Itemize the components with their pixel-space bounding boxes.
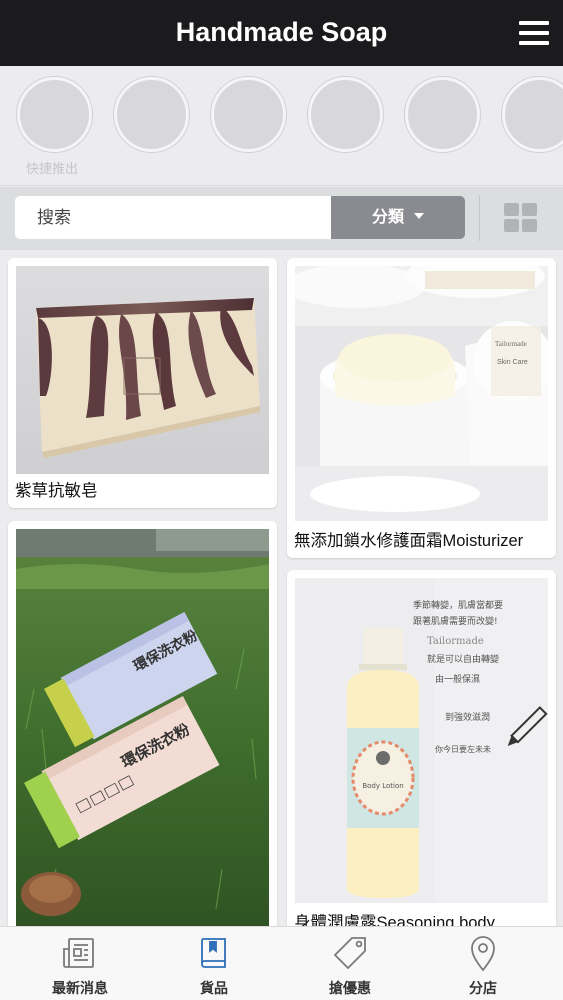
tab-deals[interactable]: 搶優惠: [280, 927, 420, 1000]
svg-text:Skin Care: Skin Care: [497, 359, 528, 366]
app-title: Handmade Soap: [175, 17, 388, 47]
divider: [479, 195, 480, 241]
product-card[interactable]: 紫草抗敏皂: [8, 258, 277, 508]
ad-text-line: 你今日要左未未: [435, 744, 491, 754]
search-bar: 分類: [0, 187, 563, 250]
tab-products[interactable]: 貨品: [144, 927, 284, 1000]
ad-text-line: 就是可以自由轉變: [427, 653, 499, 665]
caret-down-icon: [414, 212, 424, 219]
location-pin-icon: [463, 933, 503, 978]
book-icon: [194, 933, 234, 978]
tab-label: 搶優惠: [329, 980, 371, 996]
tab-stores[interactable]: 分店: [413, 927, 553, 1000]
app-header: Handmade Soap: [0, 0, 563, 66]
product-name: 紫草抗敏皂: [15, 482, 98, 500]
tab-label: 分店: [469, 980, 497, 996]
ad-text-line: 到強效滋潤: [445, 711, 490, 723]
tab-label: 貨品: [200, 980, 228, 996]
product-name: 身體潤膚露Seasoning body: [294, 914, 495, 926]
category-label: 分類: [371, 209, 404, 226]
product-name: 無添加鎖水修護面霜Moisturizer: [294, 532, 524, 550]
bottom-tab-bar: 最新消息 貨品 搶優惠 分店: [0, 926, 563, 1000]
bottle-label-text: Body Lotion: [362, 782, 403, 790]
product-image: [16, 266, 269, 474]
tab-label: 最新消息: [52, 980, 108, 996]
stories-row: 快捷推出: [0, 66, 563, 186]
story-avatar[interactable]: [502, 77, 563, 152]
story-avatar[interactable]: [211, 77, 286, 152]
product-image: 季節轉變，肌膚當都要 跟著肌膚需要而改變! Tailormade 就是可以自由轉…: [295, 578, 548, 903]
story-avatar[interactable]: [308, 77, 383, 152]
hamburger-menu-icon[interactable]: [519, 21, 549, 45]
product-grid: 紫草抗敏皂 Tailormade Skin Care 無添加鎖水修護面霜Mois…: [0, 250, 563, 926]
search-input[interactable]: [15, 196, 332, 239]
product-card[interactable]: 環保洗衣粉 環保洗衣粉: [8, 521, 277, 926]
tab-news[interactable]: 最新消息: [10, 927, 150, 1000]
product-card[interactable]: 季節轉變，肌膚當都要 跟著肌膚需要而改變! Tailormade 就是可以自由轉…: [287, 570, 556, 926]
svg-text:Tailormade: Tailormade: [495, 340, 527, 348]
story-avatar[interactable]: [114, 77, 189, 152]
story-avatar[interactable]: [17, 77, 92, 152]
ad-text-line: 季節轉變，肌膚當都要: [413, 599, 503, 611]
category-dropdown-button[interactable]: 分類: [331, 196, 465, 239]
ad-text-line: Tailormade: [427, 636, 484, 647]
product-image: Tailormade Skin Care: [295, 266, 548, 521]
product-image: 環保洗衣粉 環保洗衣粉: [16, 529, 269, 926]
ad-text-line: 跟著肌膚需要而改變!: [413, 615, 498, 627]
product-card[interactable]: Tailormade Skin Care 無添加鎖水修護面霜Moisturize…: [287, 258, 556, 558]
newspaper-icon: [60, 933, 100, 978]
story-avatar[interactable]: [405, 77, 480, 152]
tag-icon: [330, 933, 370, 978]
story-label: 快捷推出: [26, 161, 79, 176]
grid-view-icon[interactable]: [504, 203, 537, 232]
ad-text-line: 由一般保濕: [435, 673, 480, 685]
